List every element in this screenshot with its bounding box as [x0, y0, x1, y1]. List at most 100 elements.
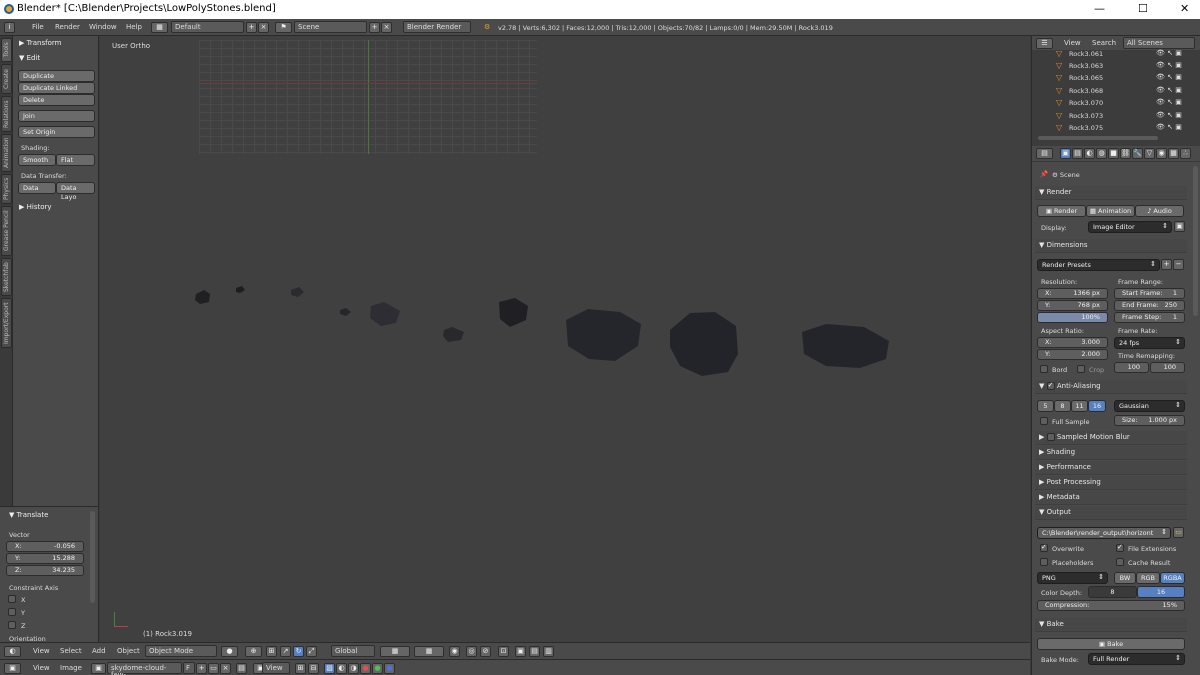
transform-orientation-select[interactable]: Global — [331, 645, 375, 657]
aa-samples-16[interactable]: 16 — [1088, 400, 1106, 412]
color-depth-8[interactable]: 8 — [1088, 586, 1137, 598]
translate-z-field[interactable]: Z: 34.235 — [6, 565, 84, 576]
pivot-point-icon[interactable]: ⊕ — [245, 646, 262, 657]
motion-blur-checkbox[interactable] — [1046, 433, 1055, 441]
list-item[interactable]: ▽ Rock3.070 👁 ↖ ▣ — [1032, 97, 1192, 109]
time-remap-old-field[interactable]: 100 — [1114, 362, 1149, 373]
editor-type-icon[interactable]: i — [4, 22, 15, 33]
anti-aliasing-checkbox[interactable] — [1046, 381, 1055, 390]
close-button[interactable]: ✕ — [1180, 2, 1189, 15]
screen-layout-icon[interactable]: ▦ — [151, 22, 168, 33]
constraint-y-checkbox[interactable] — [8, 608, 16, 616]
color-depth-16[interactable]: 16 — [1137, 586, 1185, 598]
list-item[interactable]: ▽ Rock3.065 👁 ↖ ▣ — [1032, 72, 1192, 84]
menu-select[interactable]: Select — [60, 647, 82, 655]
render-tab-icon[interactable]: ▣ — [1060, 148, 1071, 159]
color-bw-button[interactable]: BW — [1114, 572, 1136, 584]
menu-help[interactable]: Help — [126, 23, 142, 31]
tab-physics[interactable]: Physics — [1, 174, 12, 204]
menu-view[interactable]: View — [33, 647, 50, 655]
3d-viewport[interactable]: User Ortho (1) Rock3.019 — [100, 36, 1030, 642]
menu-add[interactable]: Add — [92, 647, 106, 655]
menu-image[interactable]: Image — [60, 664, 82, 672]
particles-tab-icon[interactable]: ∴ — [1180, 148, 1191, 159]
section-motion-blur[interactable]: ▶ Sampled Motion Blur — [1035, 431, 1187, 445]
horizontal-scrollbar[interactable] — [1038, 136, 1158, 140]
aa-samples-5[interactable]: 5 — [1037, 400, 1054, 412]
section-performance[interactable]: ▶ Performance — [1035, 461, 1187, 475]
editor-type-image-icon[interactable]: ▣ — [4, 663, 21, 674]
visibility-icons[interactable]: 👁 ↖ ▣ — [1156, 98, 1182, 106]
full-sample-checkbox[interactable] — [1040, 417, 1048, 425]
visibility-icons[interactable]: 👁 ↖ ▣ — [1156, 111, 1182, 119]
mode-select[interactable]: Object Mode — [145, 645, 217, 657]
blue-channel-icon[interactable]: ● — [384, 663, 395, 674]
filter-size-field[interactable]: Size: 1.000 px — [1114, 415, 1185, 426]
new-image-icon[interactable]: + — [196, 663, 207, 674]
section-render[interactable]: ▼ Render — [1035, 186, 1187, 200]
material-tab-icon[interactable]: ◉ — [1156, 148, 1167, 159]
viewport-shading-icon[interactable]: ● — [221, 646, 238, 657]
editor-type-3d-icon[interactable]: ◐ — [4, 646, 21, 657]
border-checkbox[interactable] — [1040, 365, 1048, 373]
resolution-x-field[interactable]: X: 1366 px — [1037, 288, 1108, 299]
channel-icon[interactable]: ◑ — [348, 663, 359, 674]
compression-slider[interactable]: Compression: 15% — [1037, 600, 1185, 611]
translate-y-field[interactable]: Y: 15.288 — [6, 553, 84, 564]
animation-button[interactable]: ▦ Animation — [1086, 205, 1135, 217]
modifiers-tab-icon[interactable]: 🔧 — [1132, 148, 1143, 159]
aspect-x-field[interactable]: X: 3.000 — [1037, 337, 1108, 348]
color-rgb-button[interactable]: RGB — [1136, 572, 1160, 584]
duplicate-button[interactable]: Duplicate — [18, 70, 95, 82]
file-extensions-checkbox[interactable] — [1116, 543, 1124, 552]
delete-button[interactable]: Delete — [18, 94, 95, 106]
tab-sketchfab[interactable]: Sketchfab — [1, 258, 12, 296]
frame-rate-select[interactable]: 24 fps — [1114, 337, 1185, 349]
bake-button[interactable]: ▣ Bake — [1037, 638, 1185, 650]
panel-edit[interactable]: ▼ Edit — [13, 52, 99, 65]
section-output[interactable]: ▼ Output — [1035, 506, 1187, 520]
frame-step-field[interactable]: Frame Step: 1 — [1114, 312, 1185, 323]
snap-element-icon[interactable]: ⊡ — [498, 646, 509, 657]
visibility-icons[interactable]: 👁 ↖ ▣ — [1156, 73, 1182, 81]
uv-icon[interactable]: ⊟ — [308, 663, 319, 674]
screen-layout-field[interactable]: Default — [171, 21, 244, 33]
scale-manipulator-icon[interactable]: ⤢ — [306, 646, 317, 657]
join-button[interactable]: Join — [18, 110, 95, 122]
unlink-image-icon[interactable]: × — [220, 663, 231, 674]
menu-render[interactable]: Render — [55, 23, 80, 31]
tab-animation[interactable]: Animation — [1, 134, 12, 172]
section-dimensions[interactable]: ▼ Dimensions — [1035, 239, 1187, 253]
tab-grease-pencil[interactable]: Grease Pencil — [1, 206, 12, 256]
file-format-select[interactable]: PNG — [1037, 572, 1108, 584]
visibility-icons[interactable]: 👁 ↖ ▣ — [1156, 61, 1182, 69]
layers-icon[interactable]: ▦ — [414, 646, 444, 657]
translate-manipulator-icon[interactable]: ↗ — [280, 646, 291, 657]
flat-button[interactable]: Flat — [56, 154, 95, 166]
placeholders-checkbox[interactable] — [1040, 558, 1048, 566]
tab-create[interactable]: Create — [1, 64, 12, 94]
audio-button[interactable]: ♪ Audio — [1135, 205, 1184, 217]
list-item[interactable]: ▽ Rock3.063 👁 ↖ ▣ — [1032, 60, 1192, 72]
section-metadata[interactable]: ▶ Metadata — [1035, 491, 1187, 505]
scene-tab-icon[interactable]: ◐ — [1084, 148, 1095, 159]
open-image-icon[interactable]: ▭ — [208, 663, 219, 674]
fake-user-button[interactable]: F — [183, 662, 195, 674]
menu-file[interactable]: File — [32, 23, 44, 31]
scene-icon[interactable]: ⚑ — [275, 22, 292, 33]
aa-samples-11[interactable]: 11 — [1071, 400, 1088, 412]
world-tab-icon[interactable]: ◍ — [1096, 148, 1107, 159]
pin-icon[interactable]: ▤ — [236, 663, 247, 674]
translate-header[interactable]: ▼ Translate — [3, 509, 89, 522]
texture-tab-icon[interactable]: ▦ — [1168, 148, 1179, 159]
data-button[interactable]: Data — [18, 182, 56, 194]
data-layout-button[interactable]: Data Layo — [56, 182, 95, 201]
panel-history[interactable]: ▶ History — [13, 201, 99, 214]
menu-view[interactable]: View — [33, 664, 50, 672]
manipulator-icon[interactable]: ⊞ — [266, 646, 277, 657]
panel-transform[interactable]: ▶ Transform — [13, 37, 99, 50]
remove-layout-icon[interactable]: × — [258, 22, 269, 33]
time-remap-new-field[interactable]: 100 — [1150, 362, 1185, 373]
constraint-z-checkbox[interactable] — [8, 621, 16, 629]
lock-interface-icon[interactable]: ▣ — [1174, 221, 1185, 232]
